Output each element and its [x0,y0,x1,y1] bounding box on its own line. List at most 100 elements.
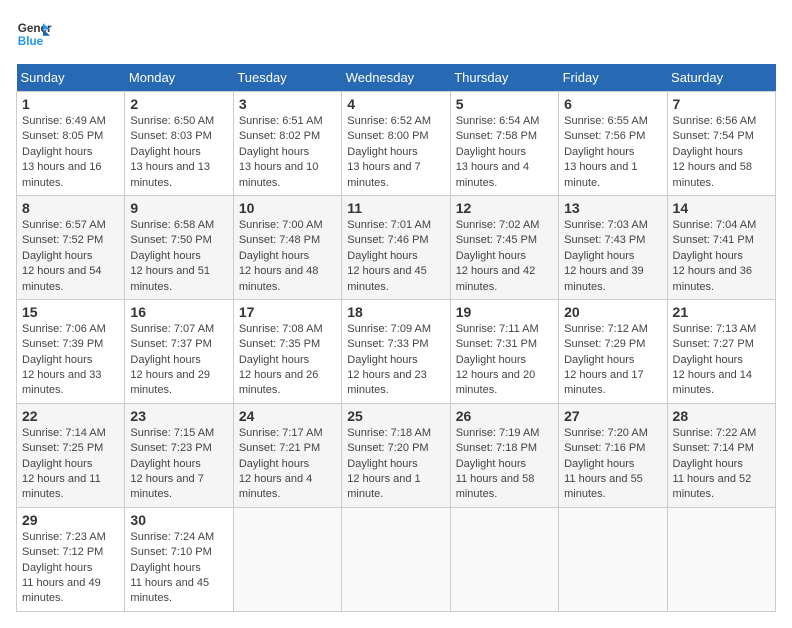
day-number: 12 [456,200,553,216]
day-number: 25 [347,408,444,424]
svg-text:Blue: Blue [18,35,44,48]
day-number: 24 [239,408,336,424]
day-info: Sunrise: 7:08 AM Sunset: 7:35 PM Dayligh… [239,322,336,399]
day-number: 17 [239,304,336,320]
day-info: Sunrise: 6:51 AM Sunset: 8:02 PM Dayligh… [239,114,336,191]
calendar-day-cell: 21 Sunrise: 7:13 AM Sunset: 7:27 PM Dayl… [667,299,775,403]
day-number: 21 [673,304,770,320]
calendar-day-cell: 13 Sunrise: 7:03 AM Sunset: 7:43 PM Dayl… [559,195,667,299]
day-info: Sunrise: 6:52 AM Sunset: 8:00 PM Dayligh… [347,114,444,191]
day-number: 9 [130,200,227,216]
calendar-day-cell: 3 Sunrise: 6:51 AM Sunset: 8:02 PM Dayli… [233,92,341,196]
day-info: Sunrise: 6:54 AM Sunset: 7:58 PM Dayligh… [456,114,553,191]
day-info: Sunrise: 7:06 AM Sunset: 7:39 PM Dayligh… [22,322,119,399]
calendar-day-cell: 18 Sunrise: 7:09 AM Sunset: 7:33 PM Dayl… [342,299,450,403]
calendar-week-row: 8 Sunrise: 6:57 AM Sunset: 7:52 PM Dayli… [17,195,776,299]
day-info: Sunrise: 7:22 AM Sunset: 7:14 PM Dayligh… [673,426,770,503]
day-number: 6 [564,96,661,112]
day-number: 8 [22,200,119,216]
calendar-day-cell: 9 Sunrise: 6:58 AM Sunset: 7:50 PM Dayli… [125,195,233,299]
calendar-day-cell: 5 Sunrise: 6:54 AM Sunset: 7:58 PM Dayli… [450,92,558,196]
day-info: Sunrise: 6:57 AM Sunset: 7:52 PM Dayligh… [22,218,119,295]
day-info: Sunrise: 7:01 AM Sunset: 7:46 PM Dayligh… [347,218,444,295]
calendar-week-row: 29 Sunrise: 7:23 AM Sunset: 7:12 PM Dayl… [17,507,776,611]
day-info: Sunrise: 7:07 AM Sunset: 7:37 PM Dayligh… [130,322,227,399]
day-info: Sunrise: 7:04 AM Sunset: 7:41 PM Dayligh… [673,218,770,295]
day-number: 28 [673,408,770,424]
calendar-day-cell: 25 Sunrise: 7:18 AM Sunset: 7:20 PM Dayl… [342,403,450,507]
calendar-day-cell: 23 Sunrise: 7:15 AM Sunset: 7:23 PM Dayl… [125,403,233,507]
calendar-day-cell: 22 Sunrise: 7:14 AM Sunset: 7:25 PM Dayl… [17,403,125,507]
day-info: Sunrise: 7:13 AM Sunset: 7:27 PM Dayligh… [673,322,770,399]
day-of-week-header: Sunday [17,64,125,92]
day-number: 4 [347,96,444,112]
day-info: Sunrise: 7:17 AM Sunset: 7:21 PM Dayligh… [239,426,336,503]
day-info: Sunrise: 6:58 AM Sunset: 7:50 PM Dayligh… [130,218,227,295]
day-info: Sunrise: 7:24 AM Sunset: 7:10 PM Dayligh… [130,530,227,607]
day-info: Sunrise: 7:18 AM Sunset: 7:20 PM Dayligh… [347,426,444,503]
calendar-day-cell: 7 Sunrise: 6:56 AM Sunset: 7:54 PM Dayli… [667,92,775,196]
day-number: 22 [22,408,119,424]
calendar-day-cell: 1 Sunrise: 6:49 AM Sunset: 8:05 PM Dayli… [17,92,125,196]
calendar-day-cell: 8 Sunrise: 6:57 AM Sunset: 7:52 PM Dayli… [17,195,125,299]
day-of-week-header: Friday [559,64,667,92]
calendar-day-cell: 29 Sunrise: 7:23 AM Sunset: 7:12 PM Dayl… [17,507,125,611]
calendar-day-cell: 6 Sunrise: 6:55 AM Sunset: 7:56 PM Dayli… [559,92,667,196]
day-of-week-header: Wednesday [342,64,450,92]
calendar-day-cell [233,507,341,611]
day-number: 27 [564,408,661,424]
calendar-day-cell: 12 Sunrise: 7:02 AM Sunset: 7:45 PM Dayl… [450,195,558,299]
day-number: 3 [239,96,336,112]
day-info: Sunrise: 7:12 AM Sunset: 7:29 PM Dayligh… [564,322,661,399]
day-number: 10 [239,200,336,216]
day-info: Sunrise: 6:56 AM Sunset: 7:54 PM Dayligh… [673,114,770,191]
calendar-day-cell [450,507,558,611]
day-info: Sunrise: 7:00 AM Sunset: 7:48 PM Dayligh… [239,218,336,295]
calendar-day-cell: 20 Sunrise: 7:12 AM Sunset: 7:29 PM Dayl… [559,299,667,403]
calendar-day-cell: 26 Sunrise: 7:19 AM Sunset: 7:18 PM Dayl… [450,403,558,507]
day-of-week-header: Thursday [450,64,558,92]
calendar-body: 1 Sunrise: 6:49 AM Sunset: 8:05 PM Dayli… [17,92,776,612]
calendar-day-cell: 17 Sunrise: 7:08 AM Sunset: 7:35 PM Dayl… [233,299,341,403]
day-info: Sunrise: 7:19 AM Sunset: 7:18 PM Dayligh… [456,426,553,503]
day-number: 16 [130,304,227,320]
day-of-week-header: Saturday [667,64,775,92]
day-info: Sunrise: 7:11 AM Sunset: 7:31 PM Dayligh… [456,322,553,399]
day-number: 7 [673,96,770,112]
calendar-day-cell: 14 Sunrise: 7:04 AM Sunset: 7:41 PM Dayl… [667,195,775,299]
calendar-day-cell: 15 Sunrise: 7:06 AM Sunset: 7:39 PM Dayl… [17,299,125,403]
day-number: 5 [456,96,553,112]
day-number: 18 [347,304,444,320]
calendar-day-cell: 16 Sunrise: 7:07 AM Sunset: 7:37 PM Dayl… [125,299,233,403]
calendar-day-cell [667,507,775,611]
day-number: 30 [130,512,227,528]
calendar-table: SundayMondayTuesdayWednesdayThursdayFrid… [16,64,776,612]
calendar-day-cell: 24 Sunrise: 7:17 AM Sunset: 7:21 PM Dayl… [233,403,341,507]
logo-icon: General Blue [16,16,52,52]
day-number: 13 [564,200,661,216]
page-header: General Blue [16,16,776,52]
day-info: Sunrise: 7:03 AM Sunset: 7:43 PM Dayligh… [564,218,661,295]
day-info: Sunrise: 7:20 AM Sunset: 7:16 PM Dayligh… [564,426,661,503]
day-of-week-header: Monday [125,64,233,92]
day-number: 15 [22,304,119,320]
calendar-day-cell: 11 Sunrise: 7:01 AM Sunset: 7:46 PM Dayl… [342,195,450,299]
day-number: 14 [673,200,770,216]
calendar-week-row: 1 Sunrise: 6:49 AM Sunset: 8:05 PM Dayli… [17,92,776,196]
day-of-week-header: Tuesday [233,64,341,92]
calendar-day-cell: 19 Sunrise: 7:11 AM Sunset: 7:31 PM Dayl… [450,299,558,403]
days-of-week-row: SundayMondayTuesdayWednesdayThursdayFrid… [17,64,776,92]
calendar-day-cell: 4 Sunrise: 6:52 AM Sunset: 8:00 PM Dayli… [342,92,450,196]
calendar-day-cell: 10 Sunrise: 7:00 AM Sunset: 7:48 PM Dayl… [233,195,341,299]
day-info: Sunrise: 7:09 AM Sunset: 7:33 PM Dayligh… [347,322,444,399]
day-info: Sunrise: 6:50 AM Sunset: 8:03 PM Dayligh… [130,114,227,191]
day-number: 26 [456,408,553,424]
day-number: 11 [347,200,444,216]
calendar-week-row: 15 Sunrise: 7:06 AM Sunset: 7:39 PM Dayl… [17,299,776,403]
day-number: 23 [130,408,227,424]
day-info: Sunrise: 7:15 AM Sunset: 7:23 PM Dayligh… [130,426,227,503]
day-info: Sunrise: 7:02 AM Sunset: 7:45 PM Dayligh… [456,218,553,295]
calendar-day-cell [342,507,450,611]
calendar-day-cell: 27 Sunrise: 7:20 AM Sunset: 7:16 PM Dayl… [559,403,667,507]
calendar-day-cell [559,507,667,611]
